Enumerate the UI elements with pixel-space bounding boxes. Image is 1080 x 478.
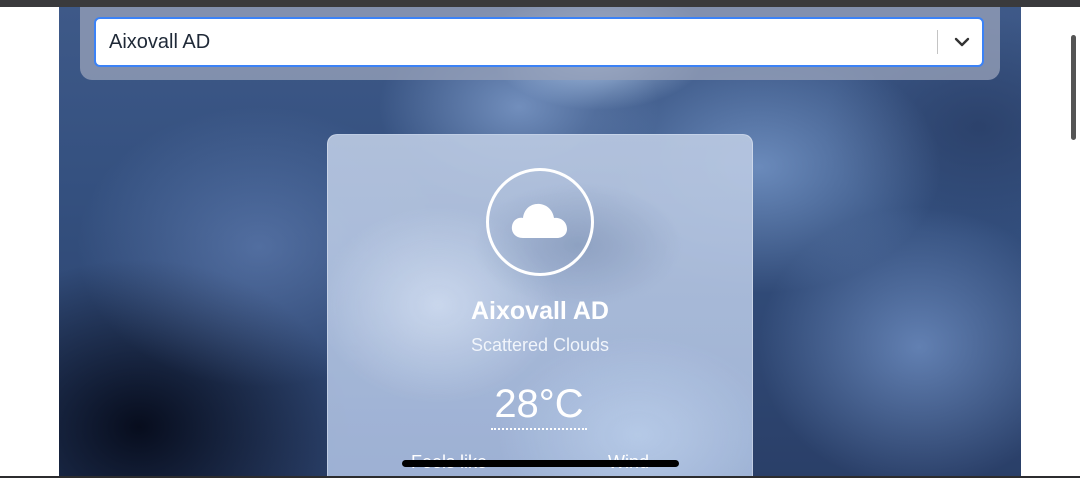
weather-condition: Scattered Clouds <box>470 335 610 355</box>
city-name: Aixovall AD <box>470 297 609 325</box>
scrollbar-thumb[interactable] <box>1071 35 1076 140</box>
location-select[interactable]: Aixovall AD <box>94 17 984 67</box>
select-divider <box>937 30 938 54</box>
weather-icon-badge <box>486 168 594 276</box>
weather-app: Aixovall AD Aixovall AD Scattered Clouds… <box>59 7 1021 478</box>
home-indicator[interactable] <box>402 460 679 467</box>
temperature[interactable]: 28°C <box>491 380 587 430</box>
chevron-down-icon[interactable] <box>952 32 972 52</box>
browser-top-bar <box>0 0 1080 7</box>
cloud-icon <box>511 203 567 238</box>
weather-card: Aixovall AD Scattered Clouds 28°C Feels … <box>327 134 753 478</box>
location-select-value: Aixovall AD <box>109 31 211 53</box>
location-bar: Aixovall AD <box>80 7 1000 80</box>
